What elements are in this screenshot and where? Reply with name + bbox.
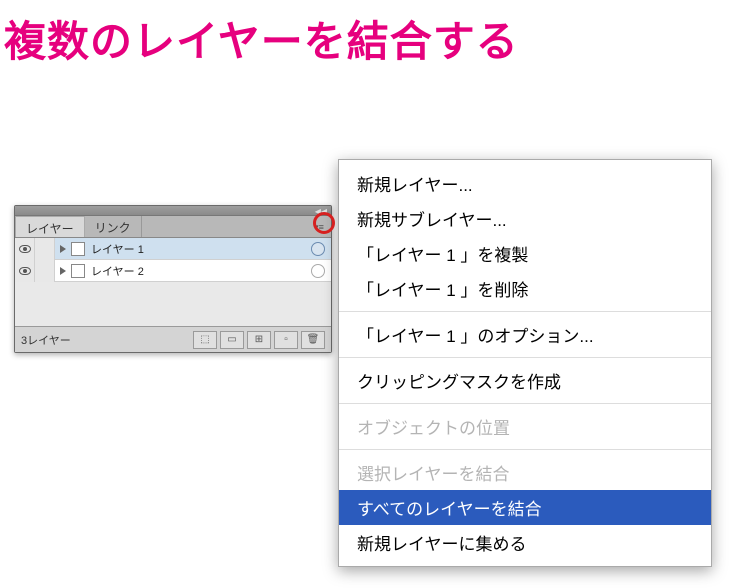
menu-separator: [339, 311, 711, 312]
layer-list: レイヤー 1 レイヤー 2: [15, 238, 331, 282]
layers-panel: ◀◀ レイヤー リンク ▾≡ レイヤー 1 レイヤー 2: [14, 205, 332, 353]
menu-new-layer[interactable]: 新規レイヤー...: [339, 166, 711, 201]
eye-icon: [19, 267, 31, 275]
new-layer-button[interactable]: ▫: [274, 331, 298, 349]
layer-name[interactable]: レイヤー 2: [91, 263, 311, 279]
flyout-menu-button[interactable]: ▾≡: [311, 219, 327, 235]
tab-layers[interactable]: レイヤー: [15, 216, 85, 237]
visibility-toggle[interactable]: [15, 260, 35, 282]
layer-count-status: 3レイヤー: [21, 332, 190, 348]
menu-duplicate-layer[interactable]: 「レイヤー 1 」を複製: [339, 236, 711, 271]
menu-separator: [339, 449, 711, 450]
menu-delete-layer[interactable]: 「レイヤー 1 」を削除: [339, 271, 711, 306]
layer-swatch: [71, 264, 85, 278]
eye-icon: [19, 245, 31, 253]
panel-blank-area: [15, 282, 331, 326]
menu-object-position: オブジェクトの位置: [339, 409, 711, 444]
layer-row[interactable]: レイヤー 2: [15, 260, 331, 282]
collapse-icon[interactable]: ◀◀: [315, 207, 327, 216]
make-clipmask-button[interactable]: ▭: [220, 331, 244, 349]
layer-row[interactable]: レイヤー 1: [15, 238, 331, 260]
delete-layer-button[interactable]: 🗑: [301, 331, 325, 349]
layer-swatch: [71, 242, 85, 256]
menu-make-clipmask[interactable]: クリッピングマスクを作成: [339, 363, 711, 398]
target-icon[interactable]: [311, 264, 325, 278]
tab-links[interactable]: リンク: [85, 216, 142, 237]
disclosure-triangle-icon[interactable]: [60, 245, 66, 253]
lock-toggle[interactable]: [35, 260, 55, 282]
lock-toggle[interactable]: [35, 238, 55, 260]
disclosure-triangle-icon[interactable]: [60, 267, 66, 275]
new-sublayer-button[interactable]: ⊞: [247, 331, 271, 349]
menu-merge-all[interactable]: すべてのレイヤーを結合: [339, 490, 711, 525]
locate-object-button[interactable]: ⬚: [193, 331, 217, 349]
menu-merge-selected: 選択レイヤーを結合: [339, 455, 711, 490]
target-icon[interactable]: [311, 242, 325, 256]
panel-drag-bar[interactable]: ◀◀: [15, 206, 331, 216]
menu-new-sublayer[interactable]: 新規サブレイヤー...: [339, 201, 711, 236]
menu-separator: [339, 357, 711, 358]
panel-tabs: レイヤー リンク ▾≡: [15, 216, 331, 238]
menu-layer-options[interactable]: 「レイヤー 1 」のオプション...: [339, 317, 711, 352]
panel-footer: 3レイヤー ⬚ ▭ ⊞ ▫ 🗑: [15, 326, 331, 352]
menu-separator: [339, 403, 711, 404]
page-title: 複数のレイヤーを結合する: [0, 0, 730, 69]
visibility-toggle[interactable]: [15, 238, 35, 260]
flyout-menu: 新規レイヤー... 新規サブレイヤー... 「レイヤー 1 」を複製 「レイヤー…: [338, 159, 712, 567]
layer-name[interactable]: レイヤー 1: [91, 241, 311, 257]
menu-collect-new-layer[interactable]: 新規レイヤーに集める: [339, 525, 711, 560]
